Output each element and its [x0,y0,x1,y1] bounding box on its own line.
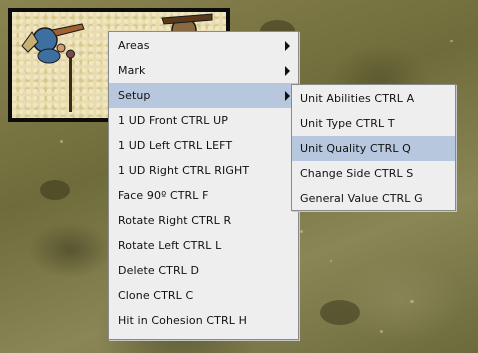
menu-item-face-90[interactable]: Face 90º CTRL F [109,183,298,208]
menu-item-delete[interactable]: Delete CTRL D [109,258,298,283]
menu-item-label: 1 UD Left CTRL LEFT [118,139,233,152]
submenu-item-unit-quality[interactable]: Unit Quality CTRL Q [292,136,455,161]
menu-item-label: Setup [118,89,151,102]
menu-item-label: General Value CTRL G [300,192,423,205]
menu-item-areas[interactable]: Areas [109,33,298,58]
menu-item-ud-left[interactable]: 1 UD Left CTRL LEFT [109,133,298,158]
triangle-right-icon [285,41,290,51]
triangle-right-icon [285,91,290,101]
submenu-item-unit-abilities[interactable]: Unit Abilities CTRL A [292,86,455,111]
menu-item-label: Unit Abilities CTRL A [300,92,415,105]
triangle-right-icon [285,66,290,76]
menu-item-label: Face 90º CTRL F [118,189,209,202]
submenu-item-general-value[interactable]: General Value CTRL G [292,186,455,211]
menu-item-label: Clone CTRL C [118,289,194,302]
submenu-item-unit-type[interactable]: Unit Type CTRL T [292,111,455,136]
menu-item-label: Unit Type CTRL T [300,117,395,130]
menu-item-label: Unit Quality CTRL Q [300,142,411,155]
setup-submenu: Unit Abilities CTRL A Unit Type CTRL T U… [291,84,456,211]
menu-item-ud-right[interactable]: 1 UD Right CTRL RIGHT [109,158,298,183]
menu-item-rotate-right[interactable]: Rotate Right CTRL R [109,208,298,233]
menu-item-ud-front[interactable]: 1 UD Front CTRL UP [109,108,298,133]
menu-item-clone[interactable]: Clone CTRL C [109,283,298,308]
submenu-item-change-side[interactable]: Change Side CTRL S [292,161,455,186]
menu-item-label: Areas [118,39,150,52]
menu-item-label: Mark [118,64,146,77]
menu-item-label: Delete CTRL D [118,264,200,277]
menu-item-label: 1 UD Front CTRL UP [118,114,228,127]
menu-item-hit-in-cohesion[interactable]: Hit in Cohesion CTRL H [109,308,298,333]
menu-item-label: Change Side CTRL S [300,167,414,180]
menu-item-label: Rotate Right CTRL R [118,214,232,227]
menu-item-rotate-left[interactable]: Rotate Left CTRL L [109,233,298,258]
context-menu: Areas Mark Setup 1 UD Front CTRL UP 1 UD… [108,31,299,340]
menu-item-label: 1 UD Right CTRL RIGHT [118,164,250,177]
menu-item-label: Hit in Cohesion CTRL H [118,314,247,327]
menu-item-mark[interactable]: Mark [109,58,298,83]
menu-item-label: Rotate Left CTRL L [118,239,222,252]
menu-item-setup[interactable]: Setup [109,83,298,108]
